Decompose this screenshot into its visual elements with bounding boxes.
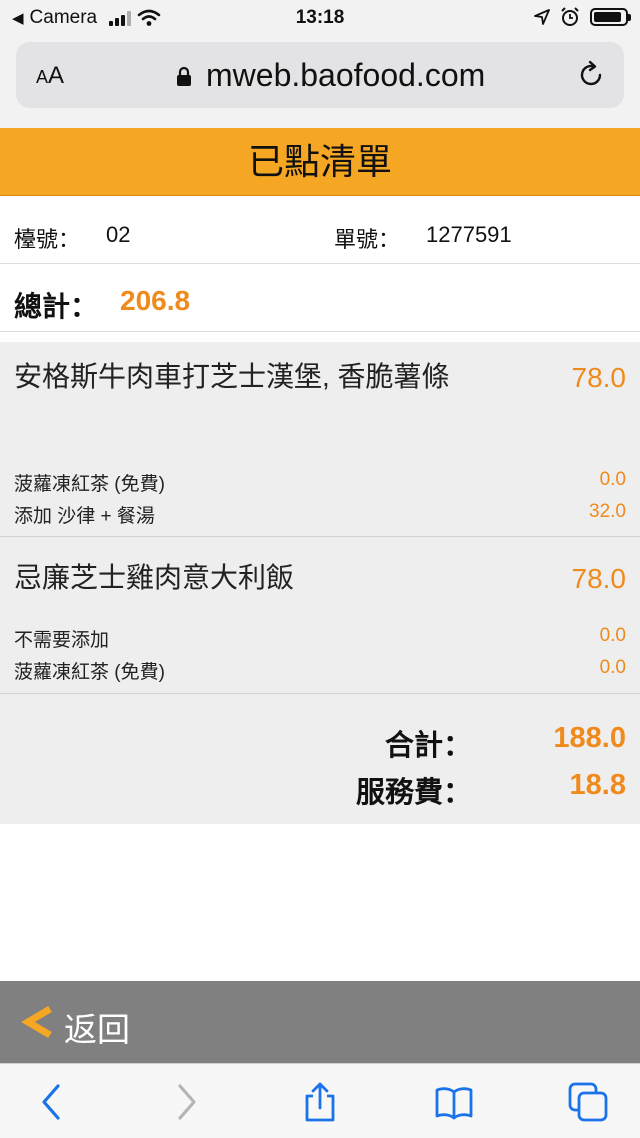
order-item: 安格斯牛肉車打芝士漢堡, 香脆薯條 78.0 菠蘿凍紅茶 (免費) 0.0 添加… [0,342,640,537]
alarm-icon [561,7,579,26]
item-option-name: 不需要添加 [14,630,110,651]
reload-icon[interactable] [576,60,606,90]
grand-total-row: 總計： 206.8 [0,265,640,332]
battery-icon [590,8,631,26]
item-option-price: 0.0 [599,625,626,646]
tabs-icon[interactable] [568,1082,608,1122]
text-size-button[interactable]: AA [36,62,64,90]
chevron-left-icon [21,1005,52,1039]
subtotal-label: 合計： [384,730,472,762]
item-option-price: 0.0 [599,469,626,490]
item-name: 忌廉芝士雞肉意大利飯 [14,562,295,593]
address-bar[interactable]: AA mweb.baofood.com [16,42,624,108]
service-charge-label: 服務費： [355,777,472,809]
location-icon [534,9,550,25]
browser-toolbar [0,1063,640,1138]
back-icon[interactable] [32,1082,72,1122]
item-price: 78.0 [571,362,627,393]
lock-icon [177,66,191,86]
service-charge-value: 18.8 [569,769,626,801]
page-title: 已點清單 [0,128,640,196]
browser-address-area: AA mweb.baofood.com [0,36,640,128]
share-icon[interactable] [300,1082,340,1122]
page: ◀ Camera 13:18 AA mweb.baofood.com 已點清單 … [0,0,640,1138]
grand-total-value: 206.8 [120,285,191,316]
ordered-items-list: 安格斯牛肉車打芝士漢堡, 香脆薯條 78.0 菠蘿凍紅茶 (免費) 0.0 添加… [0,342,640,824]
item-option-name: 添加 沙律 + 餐湯 [14,506,155,527]
back-button-label[interactable]: 返回 [64,1003,130,1051]
order-number-value: 1277591 [426,222,512,247]
url-text[interactable]: mweb.baofood.com [206,57,485,94]
status-bar: ◀ Camera 13:18 [0,0,640,36]
item-option-name: 菠蘿凍紅茶 (免費) [14,662,165,683]
item-name: 安格斯牛肉車打芝士漢堡, 香脆薯條 [14,361,450,392]
battery-level [594,12,621,22]
table-number-label: 檯號： [14,227,81,252]
item-option-price: 32.0 [589,501,626,522]
order-number-label: 單號： [334,227,401,252]
item-price: 78.0 [571,563,627,594]
bookmarks-icon[interactable] [434,1082,474,1122]
table-number-value: 02 [106,222,131,247]
item-option-price: 0.0 [599,657,626,678]
subtotal-value: 188.0 [553,722,626,754]
forward-icon[interactable] [166,1082,206,1122]
back-button[interactable]: 返回 [0,981,640,1063]
status-right [534,7,631,27]
order-item: 忌廉芝士雞肉意大利飯 78.0 不需要添加 0.0 菠蘿凍紅茶 (免費) 0.0 [0,537,640,694]
order-info-row: 檯號： 02 單號： 1277591 [0,196,640,264]
item-option-name: 菠蘿凍紅茶 (免費) [14,474,165,495]
grand-total-label: 總計： [14,291,99,322]
